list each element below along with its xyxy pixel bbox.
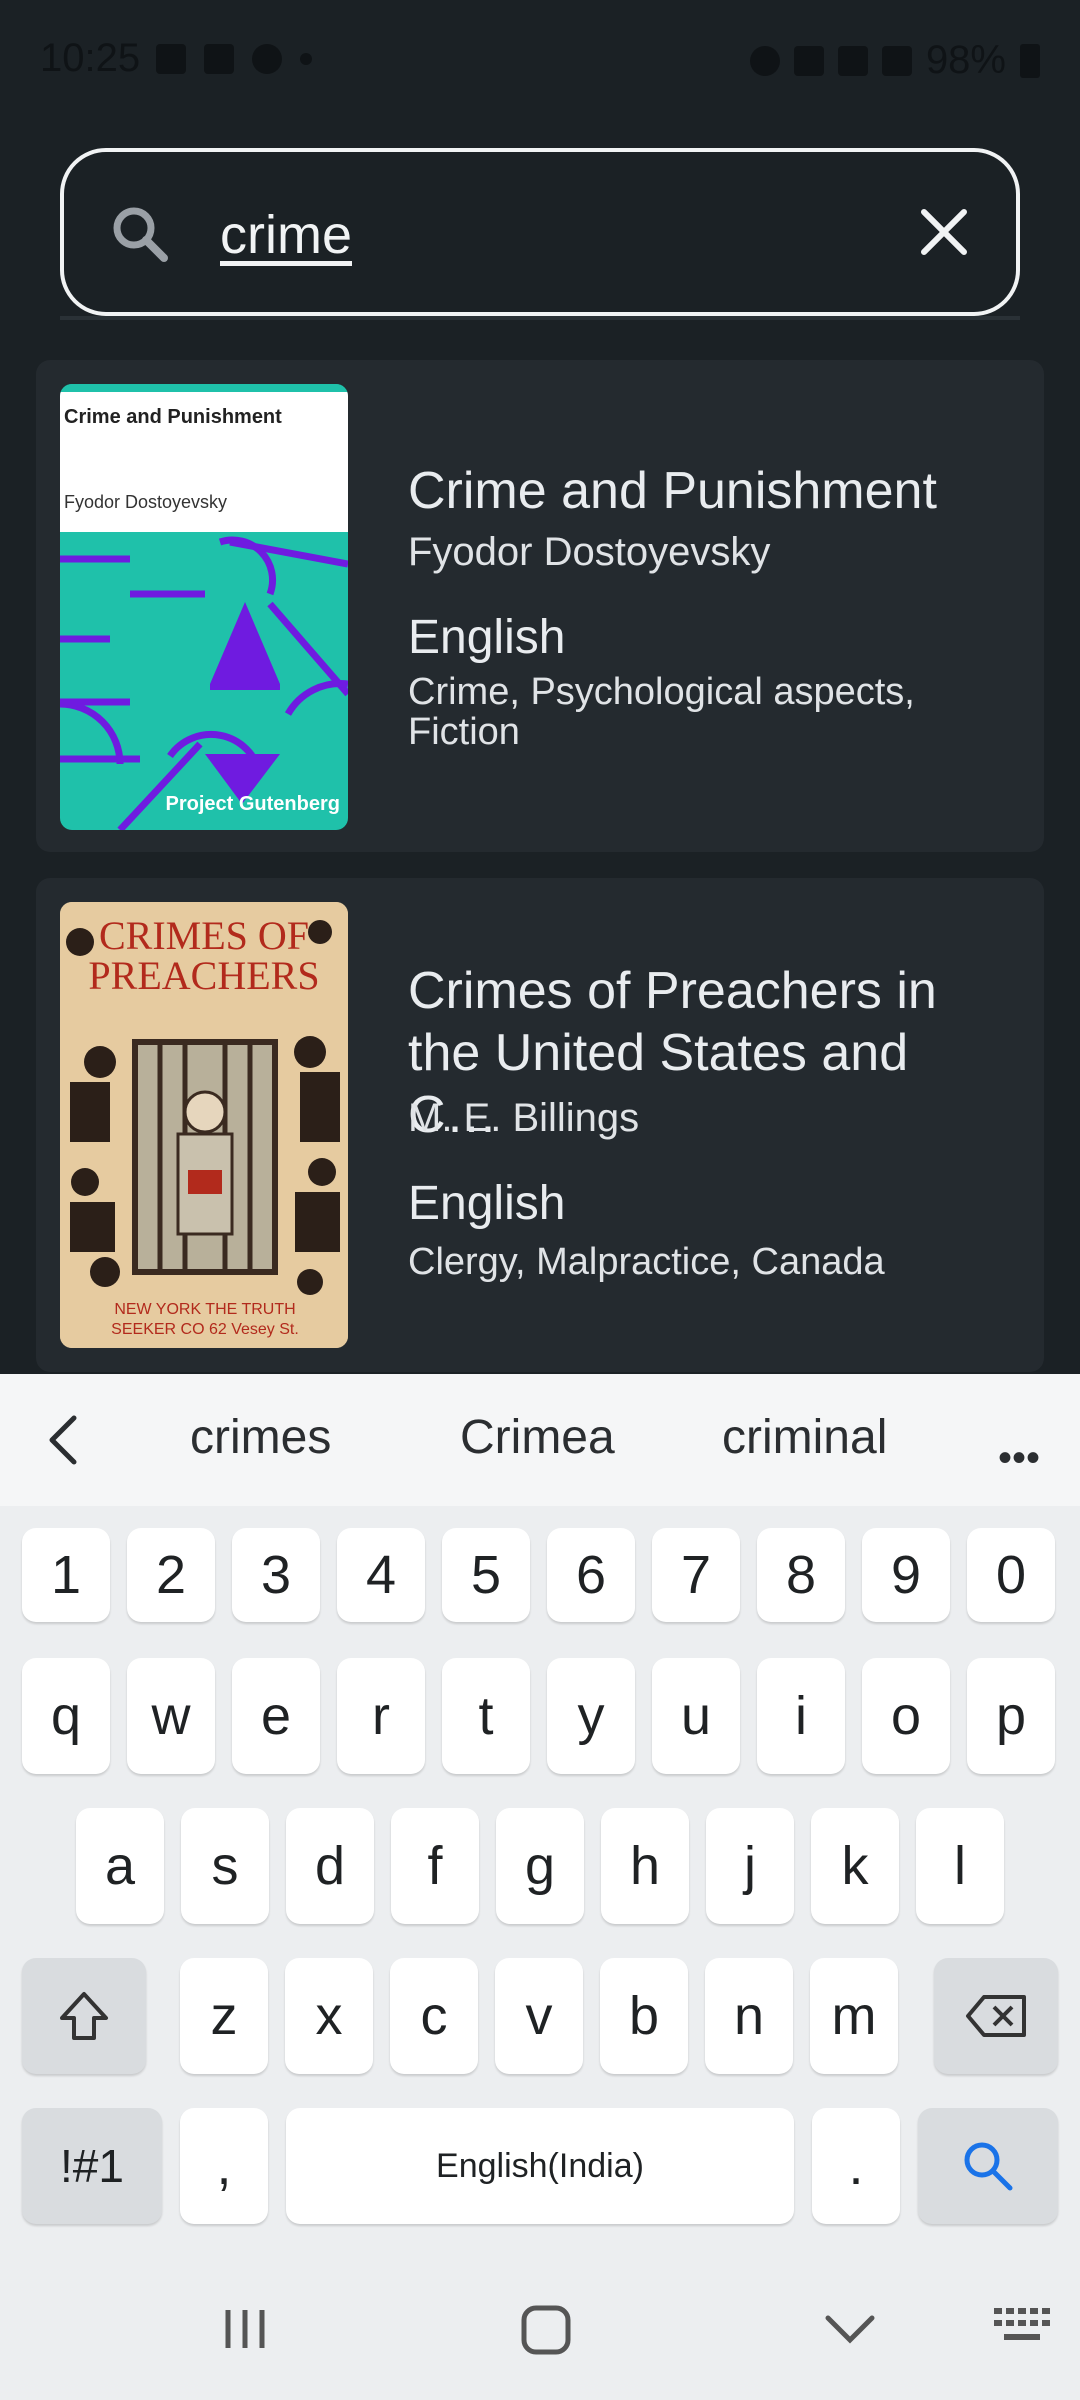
key-7[interactable]: 7 — [652, 1528, 740, 1622]
book-title: Crime and Punishment — [408, 462, 937, 520]
status-bar: 10:25 98% — [0, 0, 1080, 120]
chevron-left-icon[interactable] — [40, 1412, 90, 1468]
key-q[interactable]: q — [22, 1658, 110, 1774]
suggestion-bar: crimes Crimea criminal ••• — [0, 1374, 1080, 1506]
search-input[interactable]: crime — [220, 204, 352, 266]
recent-apps-icon[interactable] — [220, 2304, 270, 2354]
key-u[interactable]: u — [652, 1658, 740, 1774]
search-divider — [60, 316, 1020, 320]
key-c[interactable]: c — [390, 1958, 478, 2074]
key-2[interactable]: 2 — [127, 1528, 215, 1622]
book-cover: CRIMES OF PREACHERS NEW YORK THE TRUTH S… — [60, 902, 348, 1348]
key-d[interactable]: d — [286, 1808, 374, 1924]
key-v[interactable]: v — [495, 1958, 583, 2074]
cover-title: CRIMES OF PREACHERS — [88, 913, 320, 998]
more-suggestions-icon[interactable]: ••• — [998, 1436, 1040, 1481]
more-notifications-icon — [300, 53, 312, 65]
comma-key[interactable]: , — [180, 2108, 268, 2224]
key-b[interactable]: b — [600, 1958, 688, 2074]
book-author: Fyodor Dostoyevsky — [408, 530, 771, 574]
key-4[interactable]: 4 — [337, 1528, 425, 1622]
key-s[interactable]: s — [181, 1808, 269, 1924]
key-0[interactable]: 0 — [967, 1528, 1055, 1622]
volte-icon — [881, 45, 912, 76]
book-subjects: Clergy, Malpractice, Canada — [408, 1241, 885, 1283]
book-card[interactable]: Crime and Punishment Fyodor Dostoyevsky … — [36, 360, 1044, 852]
key-o[interactable]: o — [862, 1658, 950, 1774]
hide-keyboard-icon[interactable] — [822, 2304, 878, 2354]
key-g[interactable]: g — [496, 1808, 584, 1924]
search-icon — [964, 2142, 1013, 2191]
search-icon — [113, 207, 168, 262]
system-icons: 98% — [749, 38, 1040, 83]
key-z[interactable]: z — [180, 1958, 268, 2074]
space-key[interactable]: English(India) — [286, 2108, 794, 2224]
key-8[interactable]: 8 — [757, 1528, 845, 1622]
signal-icon — [837, 45, 868, 76]
key-w[interactable]: w — [127, 1658, 215, 1774]
key-x[interactable]: x — [285, 1958, 373, 2074]
battery-icon — [1020, 43, 1040, 78]
shift-icon — [60, 1992, 108, 2040]
cover-author: Fyodor Dostoyevsky — [64, 492, 228, 512]
key-5[interactable]: 5 — [442, 1528, 530, 1622]
book-language: English — [408, 611, 566, 664]
app-icon — [252, 44, 282, 74]
key-k[interactable]: k — [811, 1808, 899, 1924]
book-language: English — [408, 1177, 566, 1230]
search-key[interactable] — [918, 2108, 1058, 2224]
book-author: M. E. Billings — [408, 1096, 640, 1140]
symbols-key[interactable]: !#1 — [22, 2108, 162, 2224]
period-key[interactable]: . — [812, 2108, 900, 2224]
key-y[interactable]: y — [547, 1658, 635, 1774]
key-t[interactable]: t — [442, 1658, 530, 1774]
home-icon[interactable] — [520, 2304, 572, 2356]
book-subjects: Crime, Psychological aspects, Fiction — [408, 671, 915, 753]
gallery-icon — [156, 44, 186, 74]
key-l[interactable]: l — [916, 1808, 1004, 1924]
status-time: 10:25 — [40, 36, 141, 80]
key-1[interactable]: 1 — [22, 1528, 110, 1622]
backspace-key[interactable] — [934, 1958, 1058, 2074]
shift-key[interactable] — [22, 1958, 146, 2074]
book-cover: Crime and Punishment Fyodor Dostoyevsky … — [60, 384, 348, 830]
key-a[interactable]: a — [76, 1808, 164, 1924]
alarm-icon — [749, 45, 780, 76]
backspace-icon — [966, 1995, 1026, 2037]
wifi-icon — [793, 45, 824, 76]
keyboard-switch-icon[interactable] — [992, 2304, 1052, 2348]
key-9[interactable]: 9 — [862, 1528, 950, 1622]
gmail-icon — [204, 44, 234, 74]
key-h[interactable]: h — [601, 1808, 689, 1924]
cover-publisher: Project Gutenberg — [165, 793, 340, 815]
book-card[interactable]: CRIMES OF PREACHERS NEW YORK THE TRUTH S… — [36, 878, 1044, 1372]
key-m[interactable]: m — [810, 1958, 898, 2074]
battery-percent: 98% — [925, 38, 1006, 82]
suggestion-1[interactable]: crimes — [190, 1410, 331, 1465]
clear-icon[interactable] — [916, 204, 972, 260]
key-3[interactable]: 3 — [232, 1528, 320, 1622]
key-e[interactable]: e — [232, 1658, 320, 1774]
suggestion-2[interactable]: Crimea — [460, 1410, 615, 1465]
key-j[interactable]: j — [706, 1808, 794, 1924]
search-bar[interactable]: crime — [60, 148, 1020, 316]
key-n[interactable]: n — [705, 1958, 793, 2074]
navigation-bar — [0, 2260, 1080, 2400]
cover-title: Crime and Punishment — [64, 406, 282, 428]
key-i[interactable]: i — [757, 1658, 845, 1774]
cover-publisher: NEW YORK THE TRUTH SEEKER CO 62 Vesey St… — [111, 1301, 299, 1338]
key-6[interactable]: 6 — [547, 1528, 635, 1622]
key-f[interactable]: f — [391, 1808, 479, 1924]
suggestion-3[interactable]: criminal — [722, 1410, 887, 1465]
key-p[interactable]: p — [967, 1658, 1055, 1774]
key-r[interactable]: r — [337, 1658, 425, 1774]
keyboard: crimes Crimea criminal ••• 1234567890 qwe… — [0, 1374, 1080, 2400]
notification-icons — [156, 44, 312, 74]
